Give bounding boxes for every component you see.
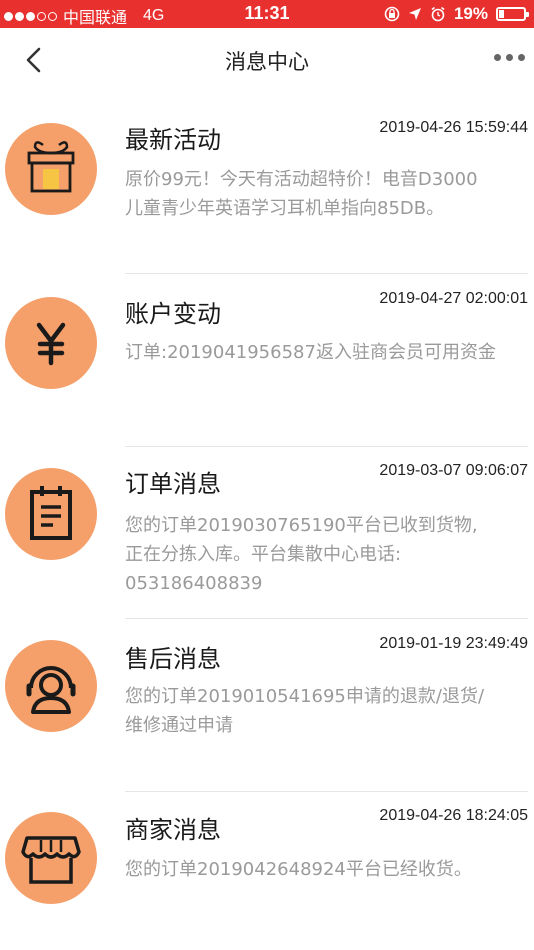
message-line: 维修通过申请 [125, 715, 233, 736]
page-title: 消息中心 [225, 50, 309, 74]
message-title: 账户变动 [125, 300, 221, 328]
message-line: 您的订单2019042648924平台已经收货。 [125, 859, 472, 880]
shop-icon [5, 812, 97, 904]
more-icon[interactable] [494, 54, 534, 66]
message-item-aftersale[interactable]: 售后消息 2019-01-19 23:49:49 您的订单20190105416… [0, 619, 534, 792]
rotation-lock-icon [384, 6, 400, 22]
headset-icon [5, 640, 97, 732]
alarm-icon [431, 6, 445, 22]
message-title: 订单消息 [125, 470, 221, 498]
message-line: 原价99元！今天有活动超特价！电音D3000 [125, 169, 478, 190]
message-time: 2019-03-07 09:06:07 [379, 462, 528, 479]
message-content: 原价99元！今天有活动超特价！电音D3000 儿童青少年英语学习耳机单指向85D… [125, 165, 525, 223]
message-item-account[interactable]: 账户变动 2019-04-27 02:00:01 订单:201904195658… [0, 274, 534, 447]
message-line: 正在分拣入库。平台集散中心电话: [125, 544, 402, 565]
message-time: 2019-04-26 15:59:44 [379, 119, 528, 136]
message-line: 您的订单2019010541695申请的退款/退货/ [125, 686, 485, 707]
message-title: 最新活动 [125, 126, 221, 154]
message-title: 商家消息 [125, 816, 221, 844]
message-item-merchant[interactable]: 商家消息 2019-04-26 18:24:05 您的订单20190426489… [0, 792, 534, 950]
gift-icon [5, 123, 97, 215]
message-content: 您的订单2019030765190平台已收到货物, 正在分拣入库。平台集散中心电… [125, 511, 525, 598]
message-line: 儿童青少年英语学习耳机单指向85DB。 [125, 198, 445, 219]
message-time: 2019-04-27 02:00:01 [379, 290, 528, 307]
status-right: 19% [384, 4, 529, 24]
message-title: 售后消息 [125, 645, 221, 673]
message-item-activity[interactable]: 最新活动 2019-04-26 15:59:44 原价99元！今天有活动超特价！… [0, 92, 534, 274]
message-line: 您的订单2019030765190平台已收到货物, [125, 515, 478, 536]
message-item-order[interactable]: 订单消息 2019-03-07 09:06:07 您的订单20190307651… [0, 447, 534, 619]
message-time: 2019-04-26 18:24:05 [379, 807, 528, 824]
status-bar: 中国联通 4G 11:31 19% [0, 0, 534, 28]
nav-bar: 消息中心 [0, 28, 534, 92]
message-content: 订单:2019041956587返入驻商会员可用资金 [125, 338, 525, 367]
message-line: 订单:2019041956587返入驻商会员可用资金 [125, 342, 496, 363]
battery-percent: 19% [453, 4, 488, 23]
message-content: 您的订单2019010541695申请的退款/退货/ 维修通过申请 [125, 682, 525, 740]
yuan-icon [5, 297, 97, 389]
message-time: 2019-01-19 23:49:49 [379, 635, 528, 652]
message-line: 053186408839 [125, 573, 263, 594]
location-icon [408, 8, 421, 20]
message-content: 您的订单2019042648924平台已经收货。 [125, 855, 525, 884]
clipboard-icon [5, 468, 97, 560]
battery-icon [496, 7, 529, 21]
